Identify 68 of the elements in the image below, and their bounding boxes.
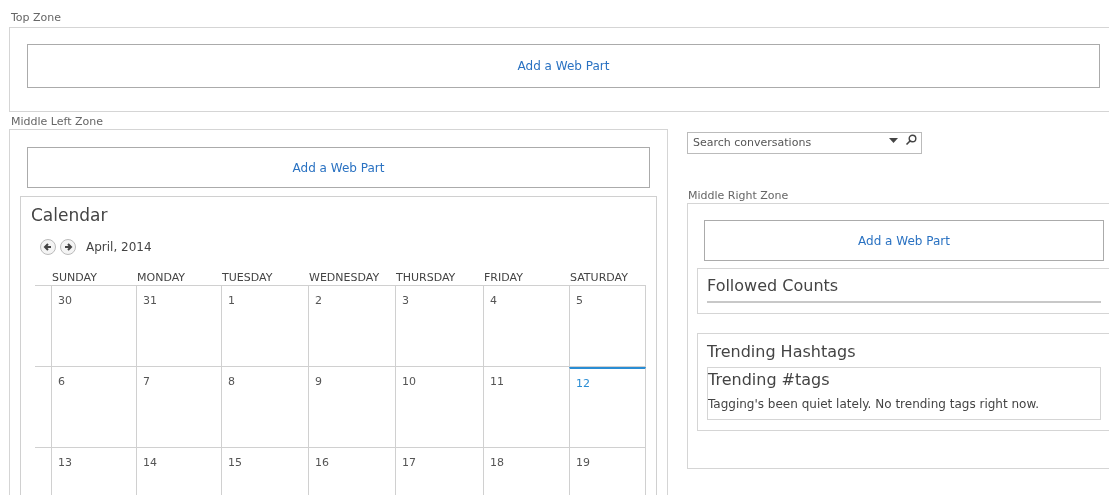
day-number: 2 [315,294,322,307]
add-web-part-button[interactable]: Add a Web Part [27,147,650,188]
day-number: 8 [228,375,235,388]
day-number: 10 [402,375,416,388]
add-web-part-button[interactable]: Add a Web Part [704,220,1104,261]
day-number: 6 [58,375,65,388]
day-number: 31 [143,294,157,307]
day-cell[interactable]: 17 [395,448,483,495]
day-number: 9 [315,375,322,388]
day-cell[interactable]: 19 [569,448,646,495]
search-icon[interactable] [905,134,917,146]
weekday-header: SUNDAY [51,271,98,285]
day-number: 15 [228,456,242,469]
weekday-header: FRIDAY [483,271,524,285]
add-web-part-button[interactable]: Add a Web Part [27,44,1100,88]
next-month-button[interactable] [60,239,76,255]
zone-label: Middle Left Zone [11,115,105,129]
day-cell[interactable]: 15 [221,448,308,495]
dropdown-caret-icon[interactable] [889,137,898,143]
day-number: 14 [143,456,157,469]
day-number: 4 [490,294,497,307]
day-cell[interactable]: 13 [51,448,136,495]
previous-month-button[interactable] [40,239,56,255]
day-cell[interactable]: 18 [483,448,569,495]
day-number: 17 [402,456,416,469]
zone-label: Middle Right Zone [688,189,790,203]
right-arrow-icon [63,242,73,252]
day-cell[interactable]: 31 [136,286,221,366]
weekday-header: THURSDAY [395,271,457,285]
day-cell[interactable]: 4 [483,286,569,366]
day-cell[interactable]: 5 [569,286,646,366]
month-label: April, 2014 [86,239,152,256]
day-cell[interactable]: 2 [308,286,395,366]
day-cell[interactable]: 14 [136,448,221,495]
day-number: 11 [490,375,504,388]
weekday-header: WEDNESDAY [308,271,381,285]
day-number: 5 [576,294,583,307]
weekday-header: SATURDAY [569,271,629,285]
tags-subtitle: Trending #tags [708,370,831,390]
day-cell[interactable]: 6 [51,367,136,447]
day-number: 1 [228,294,235,307]
web-part-title: Followed Counts [707,276,840,296]
day-number: 3 [402,294,409,307]
web-part-title: Trending Hashtags [707,342,857,362]
day-number: 7 [143,375,150,388]
day-cell[interactable]: 16 [308,448,395,495]
day-number: 13 [58,456,72,469]
left-arrow-icon [43,242,53,252]
day-cell[interactable]: 11 [483,367,569,447]
day-cell[interactable]: 30 [51,286,136,366]
weekday-header: MONDAY [136,271,187,285]
day-cell[interactable]: 12 [569,367,646,447]
zone-label: Top Zone [11,11,63,25]
day-cell[interactable]: 10 [395,367,483,447]
calendar-title: Calendar [31,204,109,226]
day-number: 16 [315,456,329,469]
day-number: 18 [490,456,504,469]
day-number: 30 [58,294,72,307]
day-cell[interactable]: 3 [395,286,483,366]
day-cell[interactable]: 1 [221,286,308,366]
day-number: 19 [576,456,590,469]
day-cell[interactable]: 9 [308,367,395,447]
search-field[interactable]: Search conversations [687,131,922,154]
day-cell[interactable]: 7 [136,367,221,447]
empty-message: Tagging's been quiet lately. No trending tags right now. [708,396,1040,412]
weekday-header: TUESDAY [221,271,274,285]
day-number: 12 [576,377,590,390]
day-cell[interactable]: 8 [221,367,308,447]
